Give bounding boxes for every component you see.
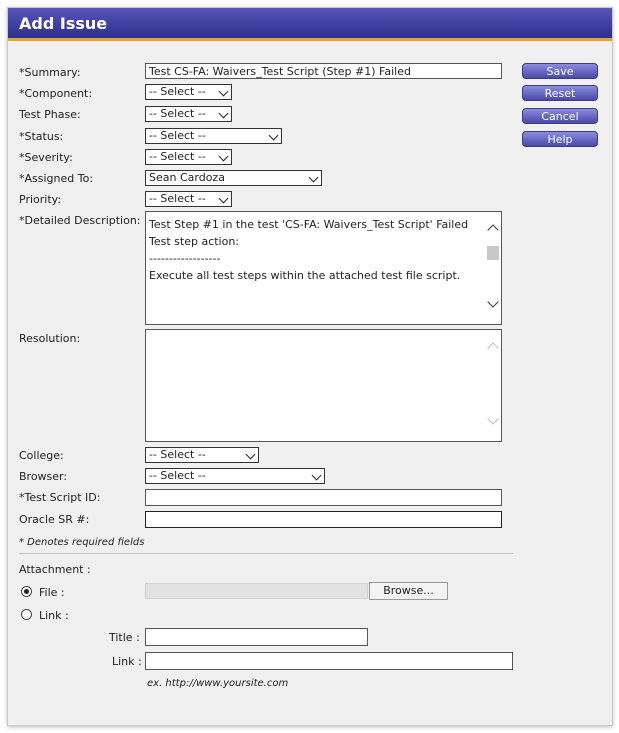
college-value: -- Select -- — [149, 448, 206, 461]
oracle-sr-input[interactable] — [145, 511, 502, 528]
file-radio-label: File : — [39, 586, 65, 599]
divider — [19, 553, 513, 554]
add-issue-dialog: Add Issue *Summary: Test CS-FA: Waivers_… — [7, 7, 613, 726]
priority-label: Priority: — [19, 193, 62, 206]
summary-label: *Summary: — [19, 66, 81, 79]
scroll-up-icon[interactable] — [487, 342, 499, 354]
cancel-button[interactable]: Cancel — [522, 108, 598, 124]
title-label: Title : — [109, 631, 140, 644]
link-field-label: Link : — [112, 655, 142, 668]
chevron-down-icon — [311, 470, 322, 481]
college-select[interactable]: -- Select -- — [145, 447, 259, 463]
scroll-thumb[interactable] — [487, 246, 499, 260]
test-script-id-input[interactable] — [145, 489, 502, 506]
chevron-down-icon — [308, 172, 319, 183]
severity-value: -- Select -- — [149, 150, 206, 163]
assigned-to-label: *Assigned To: — [19, 172, 94, 185]
description-label: *Detailed Description: — [19, 214, 141, 227]
severity-label: *Severity: — [19, 151, 73, 164]
test-phase-value: -- Select -- — [149, 107, 206, 120]
test-phase-label: Test Phase: — [19, 108, 81, 121]
resolution-label: Resolution: — [19, 332, 81, 345]
status-select[interactable]: -- Select -- — [145, 128, 282, 144]
summary-input[interactable]: Test CS-FA: Waivers_Test Script (Step #1… — [145, 63, 502, 79]
scroll-down-icon[interactable] — [487, 296, 499, 308]
scroll-up-icon[interactable] — [487, 224, 499, 236]
file-radio[interactable] — [21, 586, 32, 597]
browse-button[interactable]: Browse... — [369, 582, 448, 600]
status-label: *Status: — [19, 130, 64, 143]
chevron-down-icon — [268, 130, 279, 141]
component-label: *Component: — [19, 87, 93, 100]
chevron-down-icon — [218, 86, 229, 97]
severity-select[interactable]: -- Select -- — [145, 149, 232, 165]
radio-selected-dot — [24, 589, 29, 594]
browser-value: -- Select -- — [149, 469, 206, 482]
priority-select[interactable]: -- Select -- — [145, 191, 232, 207]
save-button[interactable]: Save — [522, 63, 598, 79]
scroll-down-icon[interactable] — [487, 413, 499, 425]
college-label: College: — [19, 449, 64, 462]
test-script-id-label: *Test Script ID: — [19, 491, 101, 504]
assigned-to-select[interactable]: Sean Cardoza — [145, 170, 322, 186]
description-scrollbar[interactable] — [485, 212, 501, 324]
attachment-link-input[interactable] — [145, 652, 513, 670]
page-title: Add Issue — [19, 14, 108, 33]
chevron-down-icon — [218, 151, 229, 162]
attachment-label: Attachment : — [19, 563, 91, 576]
browser-select[interactable]: -- Select -- — [145, 468, 325, 484]
component-select[interactable]: -- Select -- — [145, 84, 232, 100]
description-textarea[interactable]: Test Step #1 in the test 'CS-FA: Waivers… — [145, 211, 502, 325]
reset-button[interactable]: Reset — [522, 85, 598, 101]
test-phase-select[interactable]: -- Select -- — [145, 106, 232, 122]
priority-value: -- Select -- — [149, 192, 206, 205]
link-radio[interactable] — [21, 609, 32, 620]
link-radio-label: Link : — [39, 609, 69, 622]
required-fields-note: * Denotes required fields — [19, 537, 145, 548]
browser-label: Browser: — [19, 470, 68, 483]
component-value: -- Select -- — [149, 85, 206, 98]
title-bar: Add Issue — [8, 8, 612, 41]
status-value: -- Select -- — [149, 129, 206, 142]
resolution-scrollbar[interactable] — [485, 330, 501, 441]
resolution-textarea[interactable] — [145, 329, 502, 442]
chevron-down-icon — [218, 193, 229, 204]
oracle-sr-label: Oracle SR #: — [19, 513, 90, 526]
assigned-to-value: Sean Cardoza — [149, 171, 225, 184]
help-button[interactable]: Help — [522, 131, 598, 147]
file-path-field[interactable] — [145, 583, 368, 599]
attachment-title-input[interactable] — [145, 628, 368, 646]
chevron-down-icon — [245, 449, 256, 460]
description-text: Test Step #1 in the test 'CS-FA: Waivers… — [149, 218, 469, 282]
chevron-down-icon — [218, 108, 229, 119]
link-example-hint: ex. http://www.yoursite.com — [147, 678, 289, 689]
